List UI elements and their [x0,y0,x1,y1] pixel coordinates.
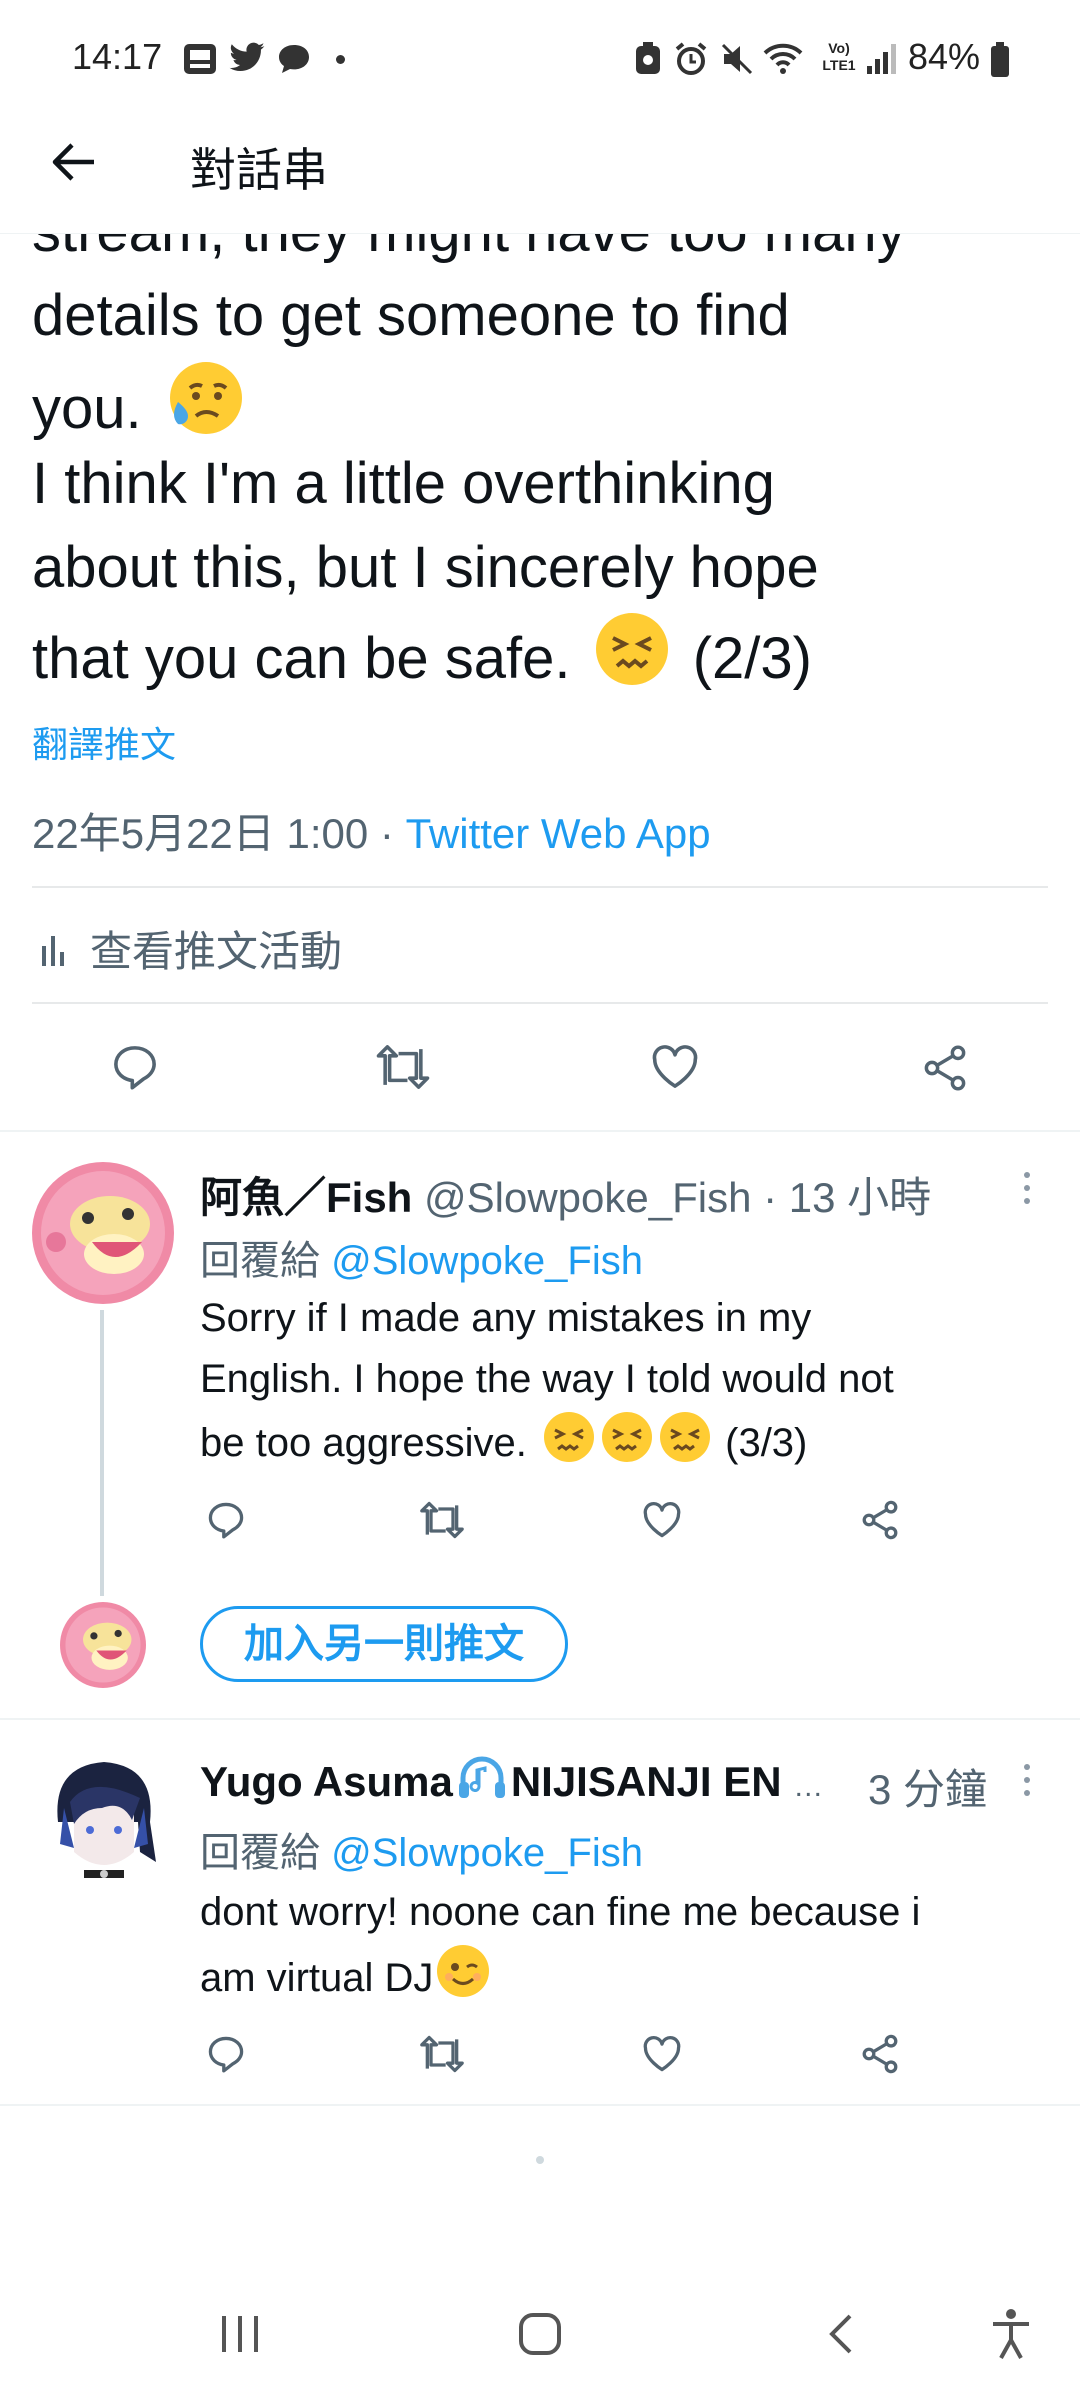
tweet-timestamp: 22年5月22日 1:00 [32,810,369,857]
tweet-text-count: (2/3) [692,626,812,691]
reply-text-aggressive: be too aggressive. [200,1421,527,1465]
more-icon[interactable] [1024,1764,1032,1803]
reply-author-name: Yugo Asuma [200,1758,453,1805]
gallery-notification-icon [182,42,218,76]
tweet-text-you: you. [32,376,142,441]
accessibility-icon[interactable] [990,2308,1032,2360]
sad-sweat-emoji-icon [164,358,244,438]
tweet-text-line-5: that you can be safe. (2/3) [32,610,812,701]
tweet-text-line-4: about this, but I sincerely hope [32,535,819,600]
status-time: 14:17 [72,36,163,77]
retweet-icon[interactable] [374,1040,432,1094]
twitter-notification-icon [228,42,266,74]
back-arrow-icon[interactable] [48,136,100,188]
mute-icon [720,42,754,76]
tweet-text-line-3: I think I'm a little overthinking [32,451,775,516]
translate-tweet-link[interactable]: 翻譯推文 [32,716,176,768]
reply-text-line-2: English. I hope the way I told would not [200,1357,894,1401]
reply-text-line-1: Sorry if I made any mistakes in my [200,1296,812,1340]
reply-author-name: 阿魚／Fish [200,1174,413,1221]
reply-author[interactable]: Yugo Asuma NIJISANJI EN … [200,1756,823,1806]
name-ellipsis: … [793,1770,824,1803]
add-another-tweet-button[interactable]: 加入另一則推文 [200,1606,568,1682]
loading-dot [536,2156,544,2164]
tweet-metadata: 22年5月22日 1:00 · Twitter Web App [32,800,711,861]
section-divider [0,1718,1080,1720]
reply-text-line-2: am virtual DJ [200,1943,491,2009]
reply-text-dj: am virtual DJ [200,1956,434,2000]
reply-icon[interactable] [204,1498,248,1542]
chat-notification-icon [276,42,312,76]
home-icon[interactable] [518,2312,562,2356]
reply-text-count: (3/3) [725,1421,808,1465]
divider [32,1002,1048,1004]
reply-author[interactable]: 阿魚／Fish @Slowpoke_Fish · 13 小時 [200,1164,931,1225]
view-tweet-activity-label: 查看推文活動 [90,928,343,975]
app-header [0,120,1080,234]
wifi-icon [762,42,804,76]
avatar[interactable] [44,1752,164,1892]
recents-icon[interactable] [218,2314,262,2354]
alarm-icon [674,42,708,76]
like-icon[interactable] [648,1040,702,1094]
reply-to-handle[interactable]: @Slowpoke_Fish [331,1831,643,1875]
reply-text-line-3: be too aggressive. (3/3) [200,1410,807,1474]
bar-chart-icon [40,932,66,966]
reply-to-label: 回覆給 [200,1239,320,1283]
retweet-icon[interactable] [418,2032,466,2076]
avatar[interactable] [32,1162,174,1304]
reply-to-handle[interactable]: @Slowpoke_Fish [331,1239,643,1283]
reply-text-line-1: dont worry! noone can fine me because i [200,1890,921,1934]
nav-back-icon[interactable] [826,2312,856,2356]
confounded-emoji-icon [593,610,671,688]
like-icon[interactable] [640,2032,684,2076]
winking-emoji-icon [435,1943,491,1999]
reply-time-wrap: 3 分鐘 [868,1756,987,1817]
tweet-text-safe: that you can be safe. [32,626,571,691]
reply-to-line: 回覆給 @Slowpoke_Fish [200,1228,643,1286]
network-type-label: Vo) LTE1 [822,40,856,73]
page-title: 對話串 [190,144,328,196]
signal-icon [866,42,896,76]
header-divider [0,233,1080,234]
headphones-emoji-icon [457,1756,507,1802]
section-divider [0,2104,1080,2106]
reply-time: · 13 小時 [763,1174,932,1221]
meta-separator: · [379,810,394,857]
section-divider [0,1130,1080,1132]
reply-to-label: 回覆給 [200,1831,320,1875]
reply-icon[interactable] [204,2032,248,2076]
app-notification-icon [634,42,662,76]
share-icon[interactable] [858,1498,902,1542]
tweet-source-link[interactable]: Twitter Web App [406,810,711,857]
reply-icon[interactable] [108,1040,162,1094]
retweet-icon[interactable] [418,1498,466,1542]
battery-percent: 84% [908,36,981,77]
like-icon[interactable] [640,1498,684,1542]
tweet-text-line-1: details to get someone to find [32,283,790,348]
divider [32,886,1048,888]
reply-time: 3 分鐘 [868,1766,988,1813]
thread-line [100,1310,104,1596]
reply-author-suffix: NIJISANJI EN [510,1758,782,1805]
reply-author-handle: @Slowpoke_Fish [424,1174,752,1221]
confounded-emoji-icon [542,1410,714,1464]
tweet-text-line-2: you. [32,358,250,451]
battery-icon [990,42,1010,78]
share-icon[interactable] [918,1042,972,1094]
reply-to-line: 回覆給 @Slowpoke_Fish [200,1820,643,1878]
share-icon[interactable] [858,2032,902,2076]
more-icon[interactable] [1024,1172,1032,1211]
more-notifications-dot [336,55,345,64]
small-avatar [60,1602,146,1688]
